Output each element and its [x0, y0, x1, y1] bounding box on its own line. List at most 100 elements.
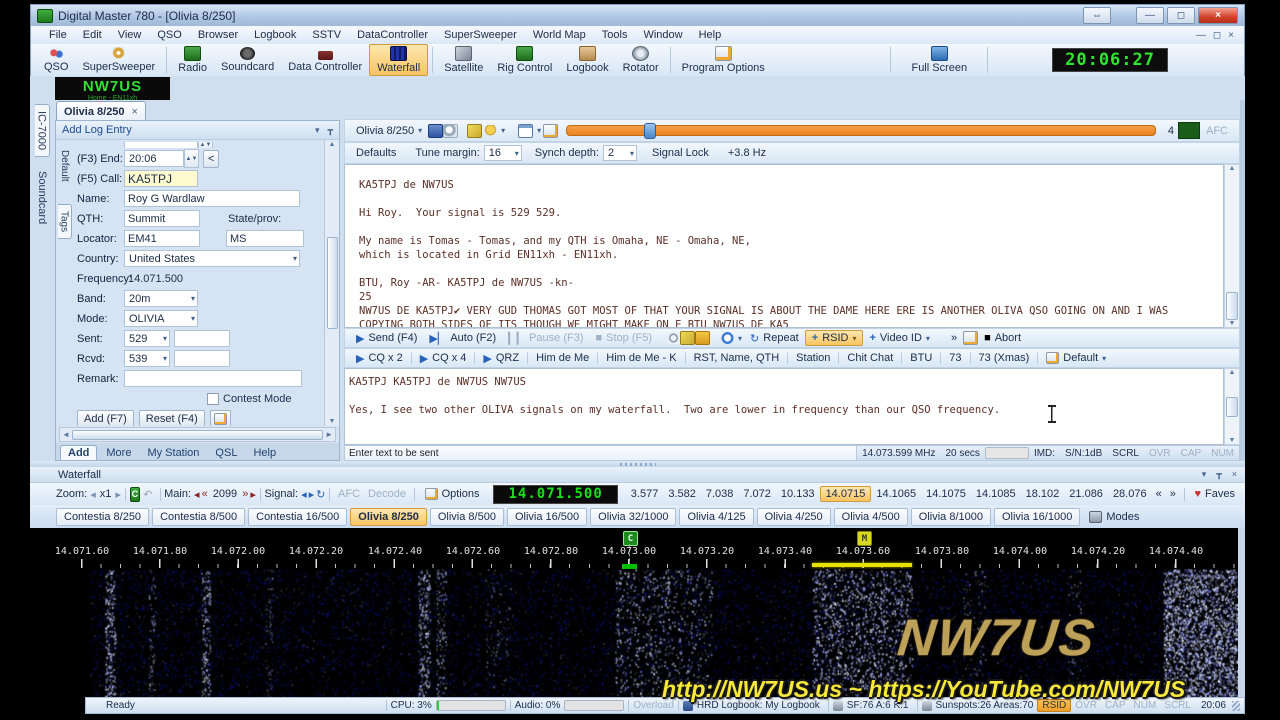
tx-text-pane[interactable]: KA5TPJ KA5TPJ de NW7US NW7US Yes, I see …: [344, 368, 1224, 445]
signal-lock-button[interactable]: Signal Lock: [646, 146, 715, 160]
wf-afc-toggle[interactable]: AFC: [334, 488, 364, 500]
minimize-button[interactable]: —: [1136, 7, 1164, 24]
macro-73[interactable]: 73: [943, 351, 967, 365]
fav-prev-icon[interactable]: «: [1152, 488, 1166, 500]
data-controller-button[interactable]: Data Controller: [281, 44, 369, 76]
mode-tab-olivia-8-500[interactable]: Olivia 8/500: [430, 508, 504, 526]
fav-freq-141065[interactable]: 14.1065: [871, 487, 921, 501]
satellite-button[interactable]: Satellite: [437, 44, 490, 76]
alert-bell-dropdown[interactable]: ▾: [482, 124, 507, 138]
scroll-up-icon[interactable]: ▲: [1229, 369, 1236, 376]
collapse-icon[interactable]: ▾: [1202, 469, 1207, 480]
mode-tab-contestia-8-250[interactable]: Contestia 8/250: [56, 508, 149, 526]
mouse-marker[interactable]: M: [857, 531, 872, 546]
center-button[interactable]: C: [130, 487, 141, 502]
frequency-field[interactable]: 14.071.500: [124, 270, 200, 287]
abort-button[interactable]: ■ Abort: [978, 331, 1027, 345]
mode-select[interactable]: OLIVIA ▾: [124, 310, 198, 327]
main-fast-left-icon[interactable]: «: [200, 488, 210, 500]
waterfall-button[interactable]: Waterfall: [369, 44, 428, 76]
stop-button[interactable]: ■ Stop (F5): [590, 331, 659, 345]
macro-cq2[interactable]: ▶ CQ x 2: [350, 351, 409, 366]
tx-options-icon[interactable]: [963, 331, 978, 345]
mode-tab-contestia-8-500[interactable]: Contestia 8/500: [152, 508, 245, 526]
mdi-minimize-icon[interactable]: —: [1196, 30, 1206, 41]
fav-freq-141075[interactable]: 14.1075: [921, 487, 971, 501]
tab-more[interactable]: More: [99, 446, 138, 460]
fav-freq-7072[interactable]: 7.072: [738, 487, 776, 501]
mode-tab-olivia-4-125[interactable]: Olivia 4/125: [679, 508, 753, 526]
tab-help[interactable]: Help: [246, 446, 283, 460]
menu-qso[interactable]: QSO: [149, 28, 189, 42]
side-tab-soundcard[interactable]: Soundcard: [35, 165, 49, 230]
eraser-icon[interactable]: [680, 331, 695, 345]
menu-window[interactable]: Window: [635, 28, 690, 42]
timer-dropdown[interactable]: ▾: [719, 331, 744, 345]
defaults-button[interactable]: Defaults: [350, 146, 402, 160]
mode-tab-olivia-16-500[interactable]: Olivia 16/500: [507, 508, 587, 526]
save-icon[interactable]: [428, 124, 443, 138]
sent-select[interactable]: 529 ▾: [124, 330, 170, 347]
rx-afc-toggle[interactable]: AFC: [1200, 125, 1234, 137]
macro-default-dropdown[interactable]: Default ▾: [1040, 351, 1112, 365]
signal-right-icon[interactable]: ▸: [307, 488, 317, 501]
document-tab-olivia[interactable]: Olivia 8/250 ×: [56, 101, 146, 121]
program-options-button[interactable]: Program Options: [675, 44, 772, 76]
qso-button[interactable]: QSO: [37, 44, 75, 76]
supersweeper-button[interactable]: SuperSweeper: [75, 44, 162, 76]
squelch-slider[interactable]: [566, 125, 1156, 136]
macro-73-xmas[interactable]: 73 (Xmas): [973, 351, 1036, 365]
fav-freq-28076[interactable]: 28.076: [1108, 487, 1152, 501]
logbook-button[interactable]: Logbook: [559, 44, 615, 76]
menu-logbook[interactable]: Logbook: [246, 28, 304, 42]
remark-field[interactable]: [124, 370, 302, 387]
synch-depth-select[interactable]: 2 ▾: [603, 145, 637, 161]
menu-file[interactable]: File: [41, 28, 75, 42]
menu-tools[interactable]: Tools: [594, 28, 636, 42]
macro-chit-chat[interactable]: Chit Chat: [841, 351, 899, 365]
soundcard-button[interactable]: Soundcard: [214, 44, 281, 76]
side-tab-tags[interactable]: Tags: [58, 204, 72, 239]
rotator-button[interactable]: Rotator: [616, 44, 666, 76]
mode-tab-olivia-4-250[interactable]: Olivia 4/250: [757, 508, 831, 526]
close-icon[interactable]: ×: [1232, 469, 1237, 480]
scroll-down-icon[interactable]: ▼: [1229, 320, 1236, 327]
main-fast-right-icon[interactable]: »: [240, 488, 250, 500]
mdi-restore-icon[interactable]: ◻: [1213, 30, 1221, 41]
menu-worldmap[interactable]: World Map: [525, 28, 594, 42]
menu-supersweeper[interactable]: SuperSweeper: [436, 28, 525, 42]
overflow-chevron-icon[interactable]: »: [945, 331, 963, 345]
waterfall-scrollbar[interactable]: [1238, 528, 1245, 698]
wf-options-button[interactable]: Options: [419, 487, 486, 501]
maximize-button[interactable]: ◻: [1167, 7, 1195, 24]
eraser-icon[interactable]: [467, 124, 482, 138]
rig-control-button[interactable]: Rig Control: [490, 44, 559, 76]
resize-grip[interactable]: [1232, 701, 1240, 711]
qth-field[interactable]: Summit: [124, 210, 200, 227]
state-field[interactable]: MS: [226, 230, 304, 247]
auto-button[interactable]: ▶▏ Auto (F2): [423, 331, 502, 346]
faves-button[interactable]: ♥ Faves: [1188, 487, 1241, 501]
lock-icon[interactable]: [695, 331, 710, 345]
rx-vscrollbar[interactable]: ▲ ▼: [1224, 164, 1240, 328]
rcvd-extra-field[interactable]: [174, 350, 230, 367]
center-marker[interactable]: C: [623, 531, 638, 546]
resize-icon[interactable]: ⇔: [1083, 7, 1111, 24]
zoom-in-icon[interactable]: ▸: [115, 488, 121, 501]
contest-mode-checkbox[interactable]: [207, 393, 219, 405]
rx-options-icon[interactable]: [543, 124, 558, 138]
mode-tab-olivia-32-1000[interactable]: Olivia 32/1000: [590, 508, 676, 526]
radio-button[interactable]: Radio: [171, 44, 214, 76]
select-icon[interactable]: [667, 332, 680, 344]
prev-time-button[interactable]: <: [203, 150, 219, 168]
main-right-icon[interactable]: ▸: [250, 488, 256, 501]
tab-qsl[interactable]: QSL: [208, 446, 244, 460]
band-select[interactable]: 20m ▾: [124, 290, 198, 307]
fav-freq-140715[interactable]: 14.0715: [820, 486, 872, 502]
rcvd-select[interactable]: 539 ▾: [124, 350, 170, 367]
locator-field[interactable]: EM41: [124, 230, 200, 247]
sent-extra-field[interactable]: [174, 330, 230, 347]
close-button[interactable]: ×: [1198, 7, 1238, 24]
name-field[interactable]: Roy G Wardlaw: [124, 190, 300, 207]
send-button[interactable]: ▶ Send (F4): [350, 331, 423, 346]
